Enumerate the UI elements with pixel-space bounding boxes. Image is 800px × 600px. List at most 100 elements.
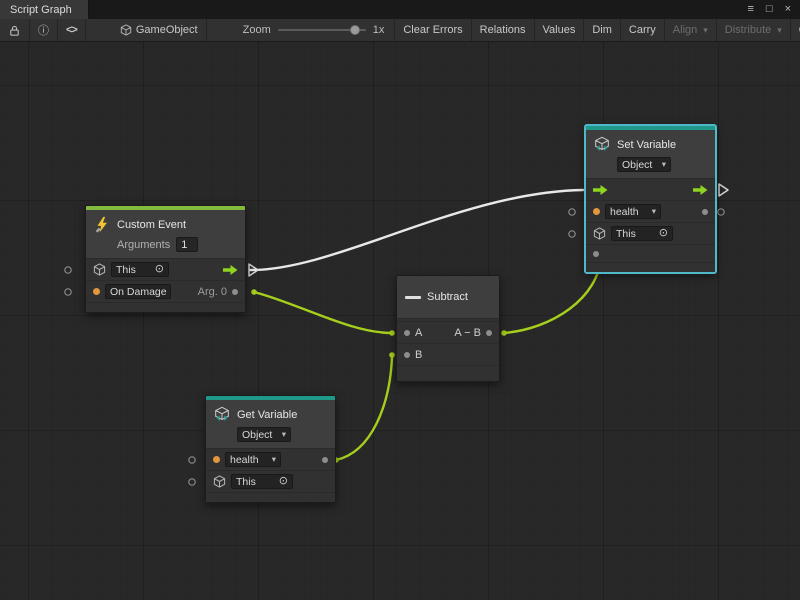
port-marker: [65, 289, 71, 295]
port-row-event: On Damage Arg. 0: [86, 280, 245, 302]
variable-name-port[interactable]: [593, 208, 600, 215]
relations-button[interactable]: Relations: [472, 19, 535, 41]
variable-name-dropdown[interactable]: health ▾: [605, 204, 661, 219]
dim-label: Dim: [592, 24, 612, 36]
maximize-icon[interactable]: □: [766, 4, 773, 15]
zoom-label: Zoom: [243, 24, 271, 36]
target-dropdown[interactable]: This ⊙: [611, 226, 673, 241]
edit-script-button[interactable]: <>: [58, 19, 86, 41]
variable-cube-icon: [213, 406, 231, 424]
info-button[interactable]: ⓘ: [30, 19, 58, 41]
value-input-port[interactable]: [593, 251, 599, 257]
input-b-label: B: [415, 349, 422, 361]
node-title: Custom Event: [117, 219, 186, 231]
window-menu-icon[interactable]: ≡: [747, 4, 753, 15]
port-row-target: This ⊙: [86, 258, 245, 280]
chip-label: This: [236, 476, 256, 488]
node-header[interactable]: Custom Event Arguments 1: [86, 210, 245, 258]
target-dropdown[interactable]: This ⊙: [231, 474, 293, 489]
distribute-button[interactable]: Distribute ▾: [717, 19, 791, 41]
input-a-port[interactable]: [404, 330, 410, 336]
chip-label: On Damage: [110, 286, 167, 298]
flow-output-port[interactable]: [223, 265, 238, 275]
graph-canvas[interactable]: Custom Event Arguments 1 This ⊙: [0, 42, 800, 600]
node-title: Set Variable: [617, 139, 676, 151]
node-subtract[interactable]: Subtract A A − B B: [396, 275, 500, 382]
close-icon[interactable]: ×: [785, 4, 791, 15]
node-custom-event[interactable]: Custom Event Arguments 1 This ⊙: [85, 205, 246, 313]
flow-port-marker: [719, 184, 728, 196]
node-header[interactable]: Get Variable Object ▾: [206, 400, 335, 448]
chip-label: Object: [622, 159, 652, 171]
gameobject-cube-icon: [93, 263, 106, 276]
carry-button[interactable]: Carry: [621, 19, 665, 41]
node-header[interactable]: Subtract: [397, 276, 499, 318]
flow-output-port[interactable]: [693, 185, 708, 195]
dim-button[interactable]: Dim: [584, 19, 621, 41]
align-button[interactable]: Align ▾: [665, 19, 717, 41]
port-marker: [189, 479, 195, 485]
zoom-slider-handle[interactable]: [350, 25, 360, 35]
port-row-target: This ⊙: [586, 222, 715, 244]
node-title: Get Variable: [237, 409, 297, 421]
values-button[interactable]: Values: [535, 19, 585, 41]
target-picker-icon[interactable]: ⊙: [659, 228, 668, 239]
port-row-b: B: [397, 343, 499, 365]
zoom-slider[interactable]: [278, 29, 366, 31]
wire-endpoint: [501, 330, 507, 336]
node-title: Subtract: [427, 291, 468, 303]
chevron-down-icon: ▾: [652, 206, 656, 217]
arg-label: Arg. 0: [198, 286, 227, 298]
node-set-variable[interactable]: Set Variable Object ▾: [585, 125, 716, 273]
target-picker-icon[interactable]: ⊙: [279, 476, 288, 487]
port-row-target: This ⊙: [206, 470, 335, 492]
port-marker: [569, 231, 575, 237]
output-port[interactable]: [486, 330, 492, 336]
overview-button[interactable]: Overv: [791, 19, 800, 41]
event-name-chip[interactable]: On Damage: [105, 284, 171, 299]
chip-label: Object: [242, 429, 272, 441]
node-header[interactable]: Set Variable Object ▾: [586, 130, 715, 178]
gameobject-cube-icon: [213, 475, 226, 488]
flow-input-port[interactable]: [593, 185, 608, 195]
port-marker: [189, 457, 195, 463]
chevron-down-icon: ▾: [703, 25, 708, 36]
lock-button[interactable]: [0, 19, 30, 41]
port-marker: [65, 267, 71, 273]
arg-output-port[interactable]: [232, 289, 238, 295]
tab-script-graph[interactable]: Script Graph: [0, 0, 89, 19]
arguments-label: Arguments: [117, 239, 170, 251]
port-row-a: A A − B: [397, 321, 499, 343]
scope-dropdown[interactable]: Object ▾: [617, 157, 671, 172]
port-row-variable-name: health ▾: [206, 448, 335, 470]
target-picker-icon[interactable]: ⊙: [155, 264, 164, 275]
variable-name-port[interactable]: [213, 456, 220, 463]
event-value-port[interactable]: [93, 288, 100, 295]
tab-label: Script Graph: [10, 4, 72, 16]
tab-bar: Script Graph ≡ □ ×: [0, 0, 800, 19]
node-get-variable[interactable]: Get Variable Object ▾ health ▾: [205, 395, 336, 503]
clear-errors-label: Clear Errors: [403, 24, 462, 36]
input-b-port[interactable]: [404, 352, 410, 358]
wire-endpoint: [389, 352, 395, 358]
custom-event-icon: [93, 216, 111, 234]
node-footer: [206, 492, 335, 502]
value-output-port[interactable]: [702, 209, 708, 215]
flow-wire-customevent-to-setvariable[interactable]: [250, 190, 583, 270]
gameobject-label: GameObject: [136, 24, 198, 36]
node-footer: [86, 302, 245, 312]
variable-name-dropdown[interactable]: health ▾: [225, 452, 281, 467]
chip-label: This: [616, 228, 636, 240]
value-wire-arg0-to-subtract-a[interactable]: [254, 292, 392, 333]
clear-errors-button[interactable]: Clear Errors: [394, 19, 471, 41]
wire-endpoint: [251, 289, 257, 295]
arguments-input[interactable]: 1: [176, 237, 198, 252]
chevron-down-icon: ▾: [662, 159, 666, 170]
chip-label: health: [610, 206, 639, 218]
value-output-port[interactable]: [322, 457, 328, 463]
scope-dropdown[interactable]: Object ▾: [237, 427, 291, 442]
input-a-label: A: [415, 327, 422, 339]
gameobject-button[interactable]: GameObject: [112, 19, 207, 41]
value-wire-getvariable-to-subtract-b[interactable]: [336, 357, 392, 460]
target-dropdown[interactable]: This ⊙: [111, 262, 169, 277]
